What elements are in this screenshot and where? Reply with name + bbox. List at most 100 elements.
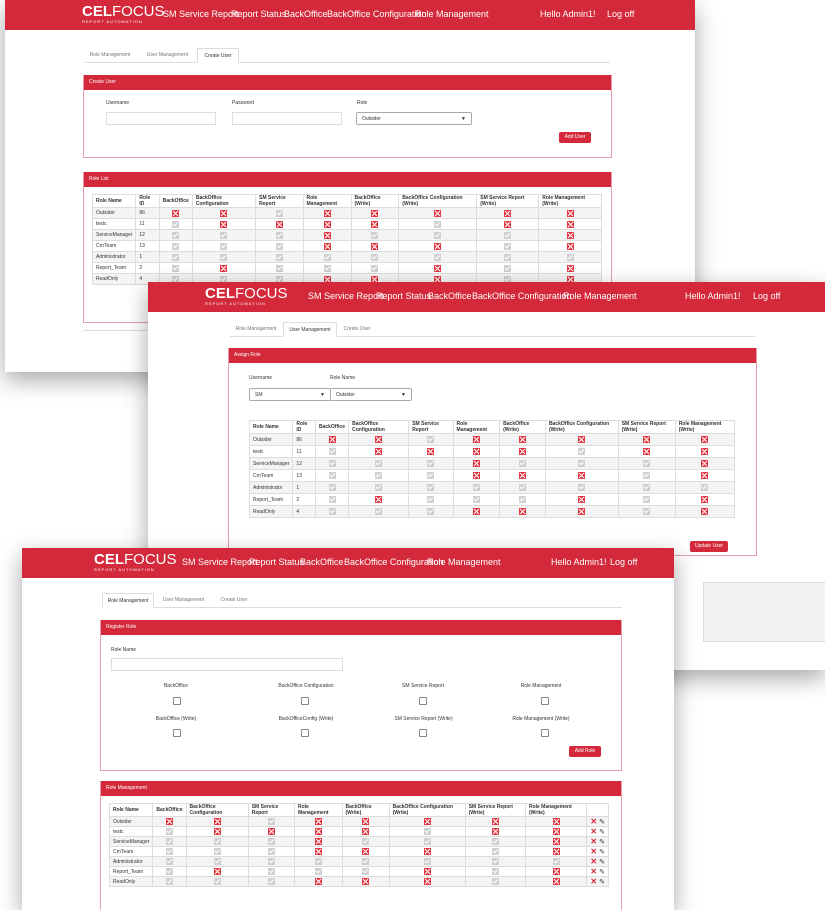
nav-backoffice[interactable]: BackOffice <box>428 291 471 301</box>
pencil-icon[interactable]: ✎ <box>597 859 605 866</box>
permission-cell <box>350 207 400 219</box>
x-icon <box>472 460 480 467</box>
check-icon <box>314 868 322 875</box>
logoff-link[interactable]: Log off <box>610 557 637 567</box>
check-icon <box>362 858 370 865</box>
nav-role-management[interactable]: Role Management <box>427 557 501 567</box>
add-user-button[interactable]: Add User <box>559 132 591 143</box>
actions-cell: ✕ ✎ <box>586 856 609 867</box>
column-header: SM Service Report (Write) <box>464 803 526 817</box>
permission-cell <box>544 469 619 482</box>
permission-cell <box>255 229 304 241</box>
permission-cell <box>302 240 352 252</box>
check-icon <box>275 209 283 217</box>
tab-role-management[interactable]: Role Management <box>85 48 135 62</box>
permission-cell <box>302 229 352 241</box>
x-icon <box>552 838 560 845</box>
check-icon <box>220 253 228 261</box>
nav-report-status[interactable]: Report Status <box>249 557 304 567</box>
celfocus-logo: CELFOCUS REPORT AUTOMATION <box>94 551 177 572</box>
checkbox-sm-service-report[interactable] <box>419 697 427 705</box>
tab-role-management[interactable]: Role Management <box>230 322 282 336</box>
pencil-icon[interactable]: ✎ <box>597 819 605 826</box>
x-icon <box>519 448 527 455</box>
role-name-label: Role Name <box>330 375 356 381</box>
username-select[interactable]: SM ▼ <box>249 388 331 401</box>
x-icon <box>643 436 651 443</box>
logoff-link[interactable]: Log off <box>607 9 634 19</box>
tab-user-management[interactable]: User Management <box>140 48 195 62</box>
tab-create-user[interactable]: Create User <box>337 322 377 336</box>
x-icon <box>323 220 331 228</box>
permission-cell <box>158 240 193 252</box>
permission-cell <box>544 493 619 506</box>
nav-report-status[interactable]: Report Status <box>231 9 286 19</box>
pencil-icon[interactable]: ✎ <box>597 879 605 886</box>
check-icon <box>165 868 173 875</box>
nav-backoffice[interactable]: BackOffice <box>300 557 343 567</box>
pencil-icon[interactable]: ✎ <box>597 869 605 876</box>
nav-sm-service-report[interactable]: SM Service Report <box>163 9 239 19</box>
nav-sm-service-report[interactable]: SM Service Report <box>182 557 258 567</box>
check-icon <box>267 858 275 865</box>
nav-backoffice-configuration[interactable]: BackOffice Configuration <box>472 291 571 301</box>
checkbox-backoffice-write[interactable] <box>173 729 181 737</box>
permission-cell <box>314 433 350 446</box>
checkbox-backofficeconfig-write[interactable] <box>301 729 309 737</box>
checkbox-backoffice-configuration[interactable] <box>301 697 309 705</box>
pencil-icon[interactable]: ✎ <box>597 839 605 846</box>
checkbox-sm-service-report-write[interactable] <box>419 729 427 737</box>
pencil-icon[interactable]: ✎ <box>597 829 605 836</box>
check-icon <box>362 868 370 875</box>
check-icon <box>371 231 379 239</box>
tab-role-management[interactable]: Role Management <box>102 593 154 608</box>
nav-role-management[interactable]: Role Management <box>415 9 489 19</box>
password-input[interactable] <box>232 112 342 125</box>
permission-cell <box>476 218 540 230</box>
pencil-icon[interactable]: ✎ <box>597 849 605 856</box>
role-management-panel: Role Management Role Name BackOffice BackO… <box>100 781 622 910</box>
check-icon <box>427 496 435 503</box>
add-role-button[interactable]: Add Role <box>569 746 601 757</box>
check-icon <box>519 496 527 503</box>
panel-title: Register Role <box>101 620 621 635</box>
role-select[interactable]: Outsider ▼ <box>356 112 472 125</box>
nav-backoffice-configuration[interactable]: BackOffice Configuration <box>327 9 426 19</box>
nav-sm-service-report[interactable]: SM Service Report <box>308 291 384 301</box>
logoff-link[interactable]: Log off <box>753 291 780 301</box>
check-icon <box>491 848 499 855</box>
tab-user-management[interactable]: User Management <box>283 322 337 337</box>
tab-create-user[interactable]: Create User <box>214 593 254 607</box>
celfocus-logo: CELFOCUS REPORT AUTOMATION <box>82 3 165 24</box>
x-icon <box>552 868 560 875</box>
nav-role-management[interactable]: Role Management <box>563 291 637 301</box>
checkbox-backoffice[interactable] <box>173 697 181 705</box>
tab-create-user[interactable]: Create User <box>197 48 239 63</box>
table-row: ReadOnly 4 <box>248 505 736 518</box>
permission-cell <box>185 836 249 847</box>
check-icon <box>323 264 331 272</box>
x-icon <box>552 818 560 825</box>
x-icon <box>375 436 383 443</box>
check-icon <box>375 484 383 491</box>
checkbox-role-management-write[interactable] <box>541 729 549 737</box>
permission-cell <box>341 826 390 837</box>
nav-backoffice[interactable]: BackOffice <box>284 9 327 19</box>
tab-user-management[interactable]: User Management <box>156 593 211 607</box>
update-user-button[interactable]: Update User <box>690 541 728 552</box>
checkbox-role-management[interactable] <box>541 697 549 705</box>
check-icon <box>328 448 336 455</box>
nav-report-status[interactable]: Report Status <box>376 291 431 301</box>
permission-cell <box>538 229 602 241</box>
column-header: SM Service Report (Write) <box>476 194 540 208</box>
username-input[interactable] <box>106 112 216 125</box>
check-icon <box>267 818 275 825</box>
table-row: CrnTeam 13 <box>248 469 736 482</box>
actions-cell: ✕ ✎ <box>586 876 609 887</box>
role-name-input[interactable] <box>111 658 343 671</box>
x-icon <box>519 508 527 515</box>
check-icon <box>165 848 173 855</box>
role-select[interactable]: Outsider ▼ <box>330 388 412 401</box>
check-icon <box>371 264 379 272</box>
x-icon <box>267 828 275 835</box>
